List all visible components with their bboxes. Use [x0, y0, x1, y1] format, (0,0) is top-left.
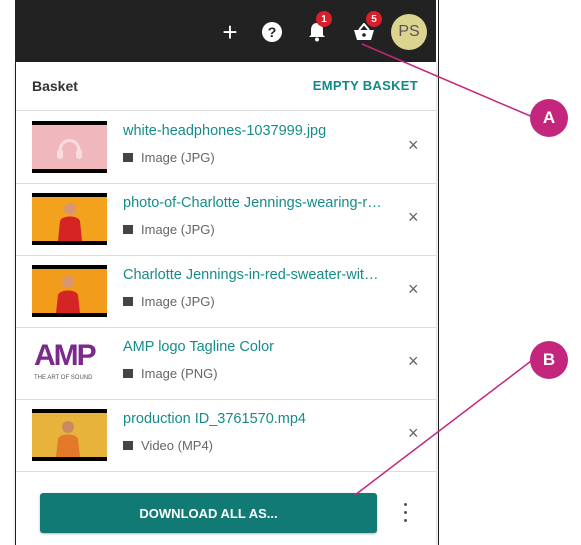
callout-a: A	[530, 99, 568, 137]
callout-lines	[354, 43, 536, 496]
callout-b: B	[530, 341, 568, 379]
